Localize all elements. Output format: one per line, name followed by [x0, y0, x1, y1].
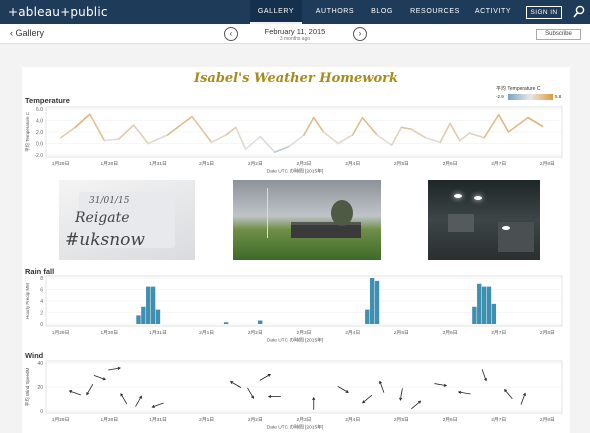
x-axis-label: Date UTC の時間 [2015年] — [267, 424, 324, 431]
x-tick-label: 2月3日 — [297, 330, 312, 336]
subscribe-button[interactable]: Subscribe — [536, 29, 581, 40]
x-tick-label: 2月2日 — [248, 417, 263, 423]
x-tick-label: 1月31日 — [149, 330, 167, 336]
x-tick-label: 2月1日 — [199, 417, 214, 423]
temperature-legend: 平均 Temperature C -2.9 5.8 — [496, 85, 566, 102]
rain-bar — [146, 286, 151, 324]
top-nav-bar: +ableau+public GALLERY AUTHORS BLOG RESO… — [0, 0, 590, 24]
y-tick-label: 0 — [40, 409, 43, 415]
x-tick-label: 2月8日 — [540, 330, 555, 336]
sign-in-button[interactable]: SIGN IN — [526, 6, 562, 19]
y-tick-label: 0.0 — [36, 142, 43, 148]
nav-authors[interactable]: AUTHORS — [305, 0, 365, 24]
rain-bar — [374, 280, 380, 324]
chevron-right-icon: › — [358, 29, 362, 38]
x-tick-label: 1月30日 — [100, 330, 118, 336]
x-tick-label: 2月6日 — [443, 417, 458, 423]
x-tick-label: 2月6日 — [443, 161, 458, 167]
x-tick-label: 1月29日 — [52, 330, 70, 336]
x-tick-label: 2月7日 — [491, 417, 506, 423]
x-tick-label: 1月30日 — [100, 161, 118, 167]
y-axis-label: 平均 Temperature C — [24, 111, 31, 152]
rain-bar — [223, 322, 229, 324]
x-tick-label: 2月3日 — [297, 161, 312, 167]
y-tick-label: 6 — [40, 288, 43, 294]
legend-title: 平均 Temperature C — [496, 86, 541, 92]
rain-bar — [155, 309, 161, 324]
x-axis-label: Date UTC の時間 [2015年] — [267, 337, 324, 344]
x-tick-label: 2月2日 — [248, 161, 263, 167]
x-tick-label: 1月31日 — [149, 161, 167, 167]
snow-writing-photo: 31/01/15 Reigate #uksnow — [59, 180, 195, 260]
viz-title: Isabel's Weather Homework — [194, 71, 398, 86]
viz-age: 3 months ago — [279, 36, 311, 42]
field-building-photo — [233, 180, 381, 260]
x-tick-label: 2月2日 — [248, 330, 263, 336]
viz-card: Isabel's Weather Homework 平均 Temperature… — [22, 67, 570, 433]
nav-gallery[interactable]: GALLERY — [250, 0, 302, 24]
rain-bar — [150, 286, 156, 324]
x-tick-label: 2月8日 — [540, 417, 555, 423]
rain-bar — [472, 306, 477, 324]
previous-viz-button[interactable]: ‹ — [224, 27, 238, 41]
y-tick-label: 2 — [40, 311, 43, 317]
rain-bar — [481, 286, 487, 324]
legend-color-ramp — [508, 94, 553, 100]
y-tick-label: 20 — [37, 385, 43, 391]
y-tick-label: 40 — [37, 361, 43, 367]
y-tick-label: 8 — [40, 276, 43, 282]
legend-min: -2.9 — [496, 94, 504, 99]
x-tick-label: 2月1日 — [199, 330, 214, 336]
y-tick-label: 0 — [40, 322, 43, 328]
back-to-gallery-link[interactable]: ‹ Gallery — [10, 28, 44, 38]
temperature-section-title: Temperature — [25, 96, 70, 105]
temperature-chart[interactable]: 6.0 4.0 2.0 0.0 -2.0平均 Temperature C 1月29日 1月3… — [22, 105, 570, 175]
rain-bar — [257, 320, 263, 324]
rain-bar — [491, 303, 497, 324]
x-tick-label: 1月29日 — [52, 417, 70, 423]
viz-date: February 11, 2015 — [264, 27, 326, 36]
x-tick-label: 1月29日 — [52, 161, 70, 167]
rain-bar — [477, 283, 482, 324]
rain-bar — [141, 306, 146, 324]
x-tick-label: 2月4日 — [345, 417, 360, 423]
y-tick-label: 6.0 — [36, 107, 43, 113]
x-tick-label: 1月31日 — [149, 417, 167, 423]
wind-chart[interactable]: 40 20 0 平均 Wind SpeedM 1月29日 1月30日 1月31日 2月1日 2月… — [22, 359, 570, 431]
y-axis-label: Hourly Precip MM — [25, 283, 30, 319]
search-icon[interactable] — [573, 5, 585, 19]
rain-bar — [486, 286, 492, 324]
x-tick-label: 2月5日 — [394, 330, 409, 336]
x-tick-label: 2月5日 — [394, 417, 409, 423]
x-tick-label: 2月8日 — [540, 161, 555, 167]
x-tick-label: 2月4日 — [345, 161, 360, 167]
gallery-subbar: ‹ Gallery ‹ February 11, 2015 3 months a… — [0, 24, 590, 44]
nav-blog[interactable]: BLOG — [366, 0, 398, 24]
rain-bar — [369, 278, 375, 324]
rainy-road-photo — [428, 180, 540, 260]
x-tick-label: 2月4日 — [345, 330, 360, 336]
x-tick-label: 2月5日 — [394, 161, 409, 167]
tableau-public-logo[interactable]: +ableau+public — [8, 5, 108, 19]
rain-chart[interactable]: 8 6 4 2 0 Hourly Precip MM 1月29日 1月30日 1月31日 2月1日… — [22, 274, 570, 344]
x-tick-label: 1月30日 — [100, 417, 118, 423]
x-tick-label: 2月7日 — [491, 161, 506, 167]
rain-bar — [136, 315, 141, 324]
x-tick-label: 2月6日 — [443, 330, 458, 336]
y-axis-label: 平均 Wind SpeedM — [24, 367, 31, 406]
y-tick-label: 4.0 — [36, 119, 43, 125]
next-viz-button[interactable]: › — [353, 27, 367, 41]
rain-bar — [365, 309, 370, 324]
x-tick-label: 2月3日 — [297, 417, 312, 423]
nav-activity[interactable]: ACTIVITY — [468, 0, 518, 24]
chevron-left-icon: ‹ — [229, 29, 233, 38]
x-tick-label: 2月7日 — [491, 330, 506, 336]
x-axis-label: Date UTC の時間 [2015年] — [267, 168, 324, 175]
legend-max: 5.8 — [555, 94, 562, 99]
x-tick-label: 2月1日 — [199, 161, 214, 167]
y-tick-label: 4 — [40, 299, 43, 305]
y-tick-label: -2.0 — [34, 153, 43, 159]
y-tick-label: 2.0 — [36, 130, 43, 136]
nav-resources[interactable]: RESOURCES — [405, 0, 465, 24]
